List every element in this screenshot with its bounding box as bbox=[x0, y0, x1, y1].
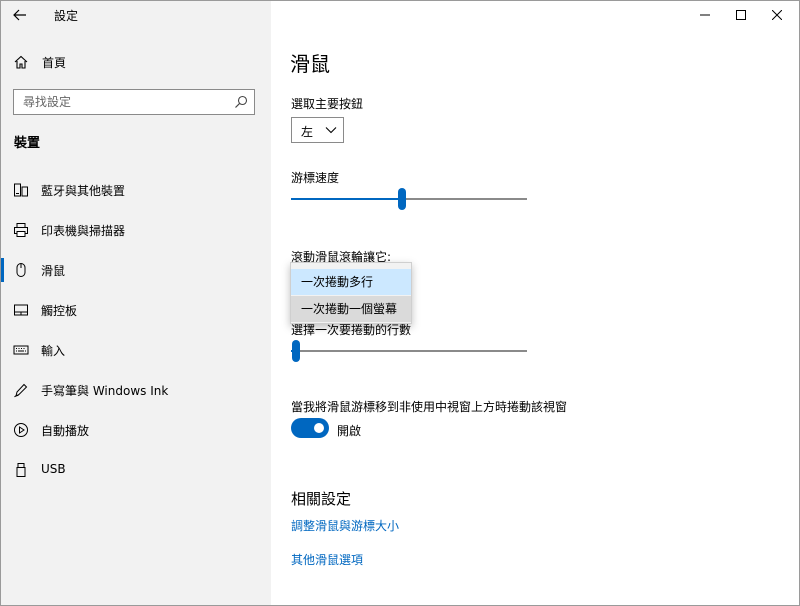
toggle-state-label: 開啟 bbox=[337, 424, 362, 438]
cursor-speed-slider[interactable] bbox=[291, 187, 527, 211]
search-box[interactable] bbox=[13, 89, 255, 115]
section-heading: 裝置 bbox=[14, 136, 41, 151]
sidebar-item-printers[interactable]: 印表機與掃描器 bbox=[0, 210, 271, 250]
popup-option-multiple-lines[interactable]: 一次捲動多行 bbox=[291, 269, 411, 295]
touchpad-icon bbox=[14, 304, 28, 316]
search-icon[interactable] bbox=[234, 95, 248, 109]
sidebar-item-label: 印表機與掃描器 bbox=[41, 224, 126, 238]
slider-thumb[interactable] bbox=[398, 188, 406, 210]
sidebar-item-autoplay[interactable]: 自動播放 bbox=[0, 410, 271, 450]
keyboard-icon bbox=[13, 345, 29, 355]
bluetooth-devices-icon bbox=[14, 183, 28, 197]
sidebar-item-label: USB bbox=[41, 462, 66, 476]
sidebar-item-pen[interactable]: 手寫筆與 Windows Ink bbox=[0, 370, 271, 410]
close-icon bbox=[772, 10, 782, 20]
main-content: 滑鼠 選取主要按鈕 左 游標速度 滾動滑鼠滾輪讓它: 選擇一次要捲動的行數 一次… bbox=[271, 0, 800, 606]
sidebar-item-label: 觸控板 bbox=[41, 304, 78, 318]
back-button[interactable] bbox=[8, 4, 32, 26]
search-input[interactable] bbox=[14, 90, 224, 114]
maximize-icon bbox=[736, 10, 746, 20]
sidebar-item-label: 藍牙與其他裝置 bbox=[41, 184, 126, 198]
usb-icon bbox=[16, 463, 26, 477]
primary-button-label: 選取主要按鈕 bbox=[291, 97, 364, 111]
sidebar-item-label: 輸入 bbox=[41, 344, 66, 358]
popup-option-one-screen[interactable]: 一次捲動一個螢幕 bbox=[291, 296, 411, 322]
sidebar-item-usb[interactable]: USB bbox=[0, 450, 271, 490]
close-button[interactable] bbox=[754, 0, 800, 30]
cursor-speed-label: 游標速度 bbox=[291, 171, 340, 185]
printer-icon bbox=[14, 223, 28, 237]
sidebar-item-label: 滑鼠 bbox=[41, 264, 66, 278]
inactive-scroll-label: 當我將滑鼠游標移到非使用中視窗上方時捲動該視窗 bbox=[291, 400, 568, 414]
link-additional-mouse-options[interactable]: 其他滑鼠選項 bbox=[291, 551, 363, 568]
minimize-icon bbox=[700, 14, 710, 16]
sidebar-home[interactable]: 首頁 bbox=[0, 50, 271, 74]
sidebar: 設定 首頁 裝置 藍牙與其他裝置 印表機與掃描器 滑鼠 觸控板 輸入 bbox=[0, 0, 271, 606]
app-title: 設定 bbox=[54, 9, 79, 23]
back-arrow-icon bbox=[13, 9, 26, 21]
page-title: 滑鼠 bbox=[290, 52, 330, 76]
autoplay-icon bbox=[14, 423, 28, 437]
sidebar-home-label: 首頁 bbox=[42, 56, 67, 70]
inactive-scroll-toggle[interactable] bbox=[291, 418, 329, 438]
primary-button-value: 左 bbox=[301, 125, 314, 139]
slider-thumb[interactable] bbox=[292, 340, 300, 362]
link-adjust-cursor-size[interactable]: 調整滑鼠與游標大小 bbox=[291, 517, 399, 534]
sidebar-item-mouse[interactable]: 滑鼠 bbox=[0, 250, 271, 290]
chevron-down-icon bbox=[325, 127, 337, 134]
toggle-knob bbox=[314, 423, 324, 433]
sidebar-item-bluetooth[interactable]: 藍牙與其他裝置 bbox=[0, 170, 271, 210]
sidebar-item-typing[interactable]: 輸入 bbox=[0, 330, 271, 370]
sidebar-item-label: 自動播放 bbox=[41, 424, 90, 438]
pen-icon bbox=[14, 383, 28, 398]
primary-button-dropdown[interactable]: 左 bbox=[291, 117, 344, 143]
mouse-icon bbox=[16, 263, 26, 277]
related-settings-heading: 相關設定 bbox=[291, 490, 352, 508]
home-icon bbox=[14, 55, 28, 69]
lines-to-scroll-slider[interactable] bbox=[291, 339, 527, 363]
sidebar-item-touchpad[interactable]: 觸控板 bbox=[0, 290, 271, 330]
slider-track bbox=[291, 350, 527, 352]
slider-fill bbox=[291, 198, 402, 200]
wheel-scroll-popup: 一次捲動多行 一次捲動一個螢幕 bbox=[290, 262, 412, 324]
sidebar-item-label: 手寫筆與 Windows Ink bbox=[41, 384, 169, 398]
